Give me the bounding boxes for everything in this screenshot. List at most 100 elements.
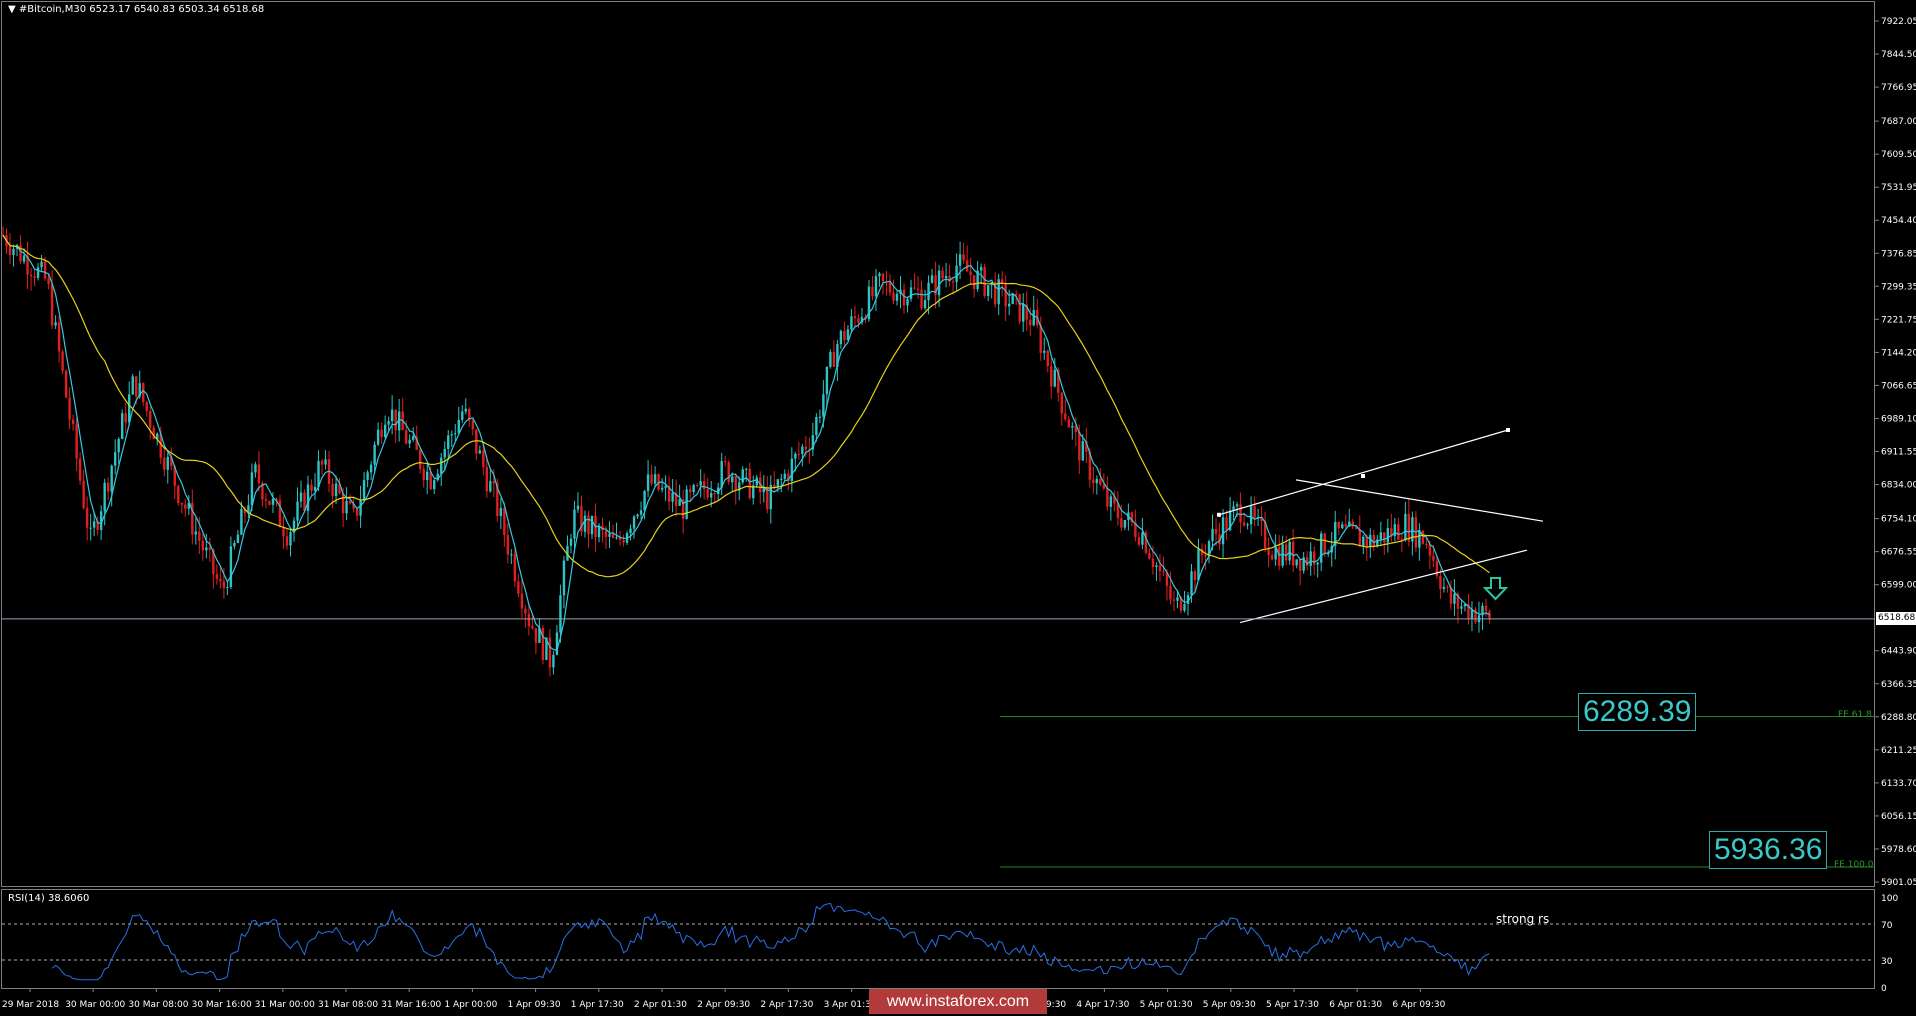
candle-body (103, 482, 106, 512)
candle-body (958, 254, 962, 266)
candle-body (646, 474, 650, 492)
price-label: 6443.90 (1881, 647, 1916, 657)
candle-body (1197, 548, 1200, 580)
candle-body (773, 484, 776, 487)
candle-body (1460, 606, 1463, 609)
price-label: 6834.00 (1881, 481, 1916, 491)
candle-body (510, 554, 513, 556)
candle-body (597, 526, 601, 538)
candle-body (1428, 544, 1432, 556)
candle-body (482, 450, 485, 468)
candle-body (643, 491, 646, 511)
candle-body (513, 554, 517, 582)
candle-body (47, 278, 50, 285)
candle-body (499, 508, 503, 516)
candle-body (404, 430, 408, 444)
price-label: 5978.60 (1881, 845, 1916, 855)
time-label: 5 Apr 17:30 (1266, 1000, 1319, 1010)
candle-body (650, 474, 653, 484)
candle-body (163, 457, 166, 470)
rsi-indicator-label: RSI(14) 38.6060 (8, 893, 90, 904)
line-anchor-handle[interactable] (1361, 474, 1365, 479)
candle-body (106, 482, 110, 492)
time-label: 1 Apr 17:30 (571, 1000, 624, 1010)
candle-body (1046, 350, 1049, 367)
candle-body (734, 476, 737, 491)
candle-body (1050, 366, 1053, 387)
price-label: 6989.10 (1881, 414, 1916, 424)
candle-body (492, 481, 496, 484)
candle-body (829, 351, 832, 367)
price-label: 6366.35 (1881, 680, 1916, 690)
candle-body (433, 480, 436, 490)
candle-body (1172, 599, 1176, 601)
candle-body (1295, 559, 1298, 566)
candle-body (969, 271, 972, 276)
time-label: 5 Apr 01:30 (1140, 1000, 1193, 1010)
candle-body (790, 458, 794, 482)
time-label: 4 Apr 17:30 (1076, 1000, 1129, 1010)
candle-body (709, 493, 713, 498)
candle-body (345, 500, 348, 514)
line-anchor-handle[interactable] (1506, 428, 1510, 433)
candle-body (208, 547, 212, 550)
chart-canvas[interactable]: 7922.05 7844.50 7766.95 7687.00 7609.50 7531.… (0, 0, 1916, 1016)
time-label: 2 Apr 17:30 (760, 1000, 813, 1010)
candle-body (1277, 547, 1281, 566)
candle-body (1446, 586, 1449, 588)
candle-body (913, 287, 916, 289)
candle-body (461, 411, 464, 420)
candle-body (1204, 554, 1207, 557)
candle-body (285, 536, 289, 546)
time-label: 30 Mar 16:00 (192, 1000, 252, 1010)
candle-body (815, 416, 818, 436)
candle-body (226, 587, 229, 589)
time-label: 1 Apr 00:00 (444, 1000, 497, 1010)
candle-body (334, 483, 338, 497)
time-label: 30 Mar 00:00 (65, 1000, 125, 1010)
price-label: 5901.05 (1881, 878, 1916, 888)
price-label: 7687.00 (1881, 117, 1916, 127)
candle-body (1007, 303, 1011, 307)
candle-body (503, 508, 506, 535)
candle-body (706, 489, 709, 498)
candle-body (443, 448, 446, 458)
candle-body (366, 472, 369, 481)
candle-body (1470, 609, 1474, 620)
candle-body (699, 481, 702, 486)
price-label: 7144.20 (1881, 348, 1916, 358)
candle-body (685, 489, 688, 519)
candle-body (534, 628, 538, 643)
candle-body (562, 560, 566, 596)
triangle-down-icon[interactable]: ▼ (8, 4, 16, 15)
candle-body (527, 613, 531, 627)
candle-body (839, 330, 843, 345)
ohlc-values: 6523.17 6540.83 6503.34 6518.68 (89, 4, 265, 15)
candle-body (422, 468, 425, 481)
candle-body (1015, 293, 1018, 295)
candle-body (794, 453, 797, 459)
candle-body (296, 501, 299, 521)
candle-body (892, 292, 895, 301)
candle-body (1169, 585, 1172, 600)
price-label: 6056.15 (1881, 812, 1916, 822)
candle-body (878, 273, 881, 277)
candle-body (590, 515, 594, 535)
candle-body (1270, 554, 1274, 560)
candle-body (615, 537, 618, 539)
candle-body (92, 521, 96, 528)
candle-body (611, 533, 615, 538)
candle-body (149, 411, 152, 428)
candle-body (559, 595, 562, 633)
candle-body (426, 471, 429, 481)
rsi-axis-label: 30 (1881, 957, 1893, 967)
candle-body (569, 538, 573, 546)
candle-body (1078, 431, 1081, 461)
time-label: 2 Apr 09:30 (697, 1000, 750, 1010)
candle-body (843, 330, 846, 340)
symbol-name: #Bitcoin,M30 (18, 4, 87, 15)
candle-body (1018, 294, 1021, 322)
watermark-banner[interactable]: www.instaforex.com (869, 989, 1047, 1014)
candle-body (313, 486, 317, 491)
line-anchor-handle[interactable] (1217, 512, 1221, 517)
